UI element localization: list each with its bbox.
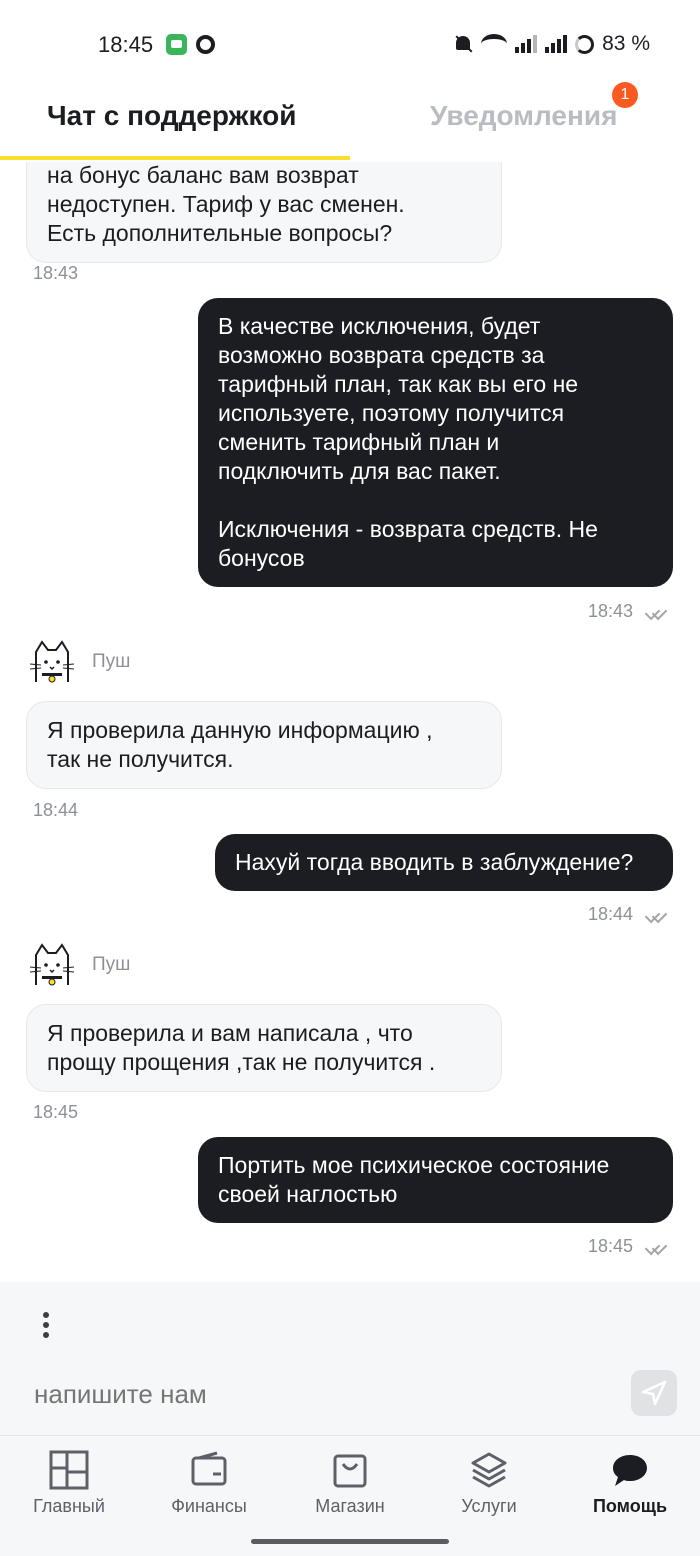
agent-header: Пуш (28, 941, 130, 989)
battery-level: 83 % (602, 32, 650, 55)
home-indicator[interactable] (251, 1539, 449, 1544)
nav-help[interactable]: Помощь (575, 1450, 685, 1517)
chat-bubble-icon (613, 1455, 647, 1486)
read-checkmarks-icon (645, 907, 669, 921)
wifi-icon (481, 34, 508, 54)
status-icons: 83 % (453, 32, 650, 56)
nav-shop[interactable]: Магазин (295, 1450, 405, 1517)
header-tabs: Чат с поддержкой Уведомления 1 (0, 82, 700, 162)
tab-support-chat[interactable]: Чат с поддержкой (47, 100, 296, 132)
cat-avatar-icon (29, 640, 75, 683)
incoming-message: Я проверила данную информацию , так не п… (26, 701, 502, 789)
messages-app-icon (166, 34, 187, 55)
status-bar: 18:45 83 % (0, 0, 700, 86)
outgoing-message: Нахуй тогда вводить в заблуждение? (215, 834, 673, 891)
status-time: 18:45 (98, 32, 154, 57)
nav-finance[interactable]: Финансы (154, 1450, 264, 1517)
message-time: 18:45 (588, 1236, 634, 1256)
shopping-bag-icon (333, 1454, 367, 1488)
read-checkmarks-icon (645, 1239, 669, 1253)
outgoing-message: В качестве исключения, будет возможно во… (198, 298, 673, 587)
message-time: 18:44 (588, 904, 634, 924)
nav-services[interactable]: Услуги (434, 1450, 544, 1517)
dashboard-icon (49, 1450, 89, 1490)
send-icon (641, 1380, 667, 1406)
cat-avatar-icon (29, 943, 75, 986)
agent-name: Пуш (92, 954, 131, 975)
message-time: 18:43 (33, 263, 79, 283)
message-time: 18:45 (33, 1102, 79, 1122)
nav-label: Услуги (461, 1496, 517, 1516)
agent-header: Пуш (28, 638, 130, 686)
muted-bell-icon (453, 34, 473, 54)
battery-icon (575, 34, 595, 54)
notifications-badge: 1 (612, 82, 638, 108)
chat-messages[interactable]: на бонус баланс вам возврат недоступен. … (0, 162, 700, 1282)
message-time: 18:44 (33, 800, 79, 820)
outgoing-message: Портить мое психическое состояние своей … (198, 1137, 673, 1223)
nav-label: Главный (33, 1496, 105, 1516)
more-options-icon[interactable] (40, 1312, 52, 1342)
incoming-message: Я проверила и вам написала , что прощу п… (26, 1004, 502, 1092)
nav-label: Магазин (315, 1496, 385, 1516)
signal-icon-2 (545, 35, 568, 53)
nav-home[interactable]: Главный (14, 1450, 124, 1517)
agent-name: Пуш (92, 651, 131, 672)
wallet-icon (191, 1451, 227, 1486)
active-tab-indicator (0, 156, 350, 160)
message-input[interactable] (34, 1374, 604, 1414)
signal-icon (515, 35, 538, 53)
send-button[interactable] (631, 1370, 677, 1416)
message-time: 18:43 (588, 601, 634, 621)
nav-label: Финансы (171, 1496, 247, 1516)
tab-notifications[interactable]: Уведомления (430, 100, 617, 132)
message-composer (0, 1282, 700, 1436)
chrome-icon (196, 35, 215, 54)
incoming-message: на бонус баланс вам возврат недоступен. … (26, 162, 502, 263)
layers-icon (471, 1452, 507, 1488)
read-checkmarks-icon (645, 604, 669, 618)
nav-label: Помощь (592, 1496, 668, 1516)
bottom-navigation: Главный Финансы Магазин Услуги Помощь (0, 1436, 700, 1556)
